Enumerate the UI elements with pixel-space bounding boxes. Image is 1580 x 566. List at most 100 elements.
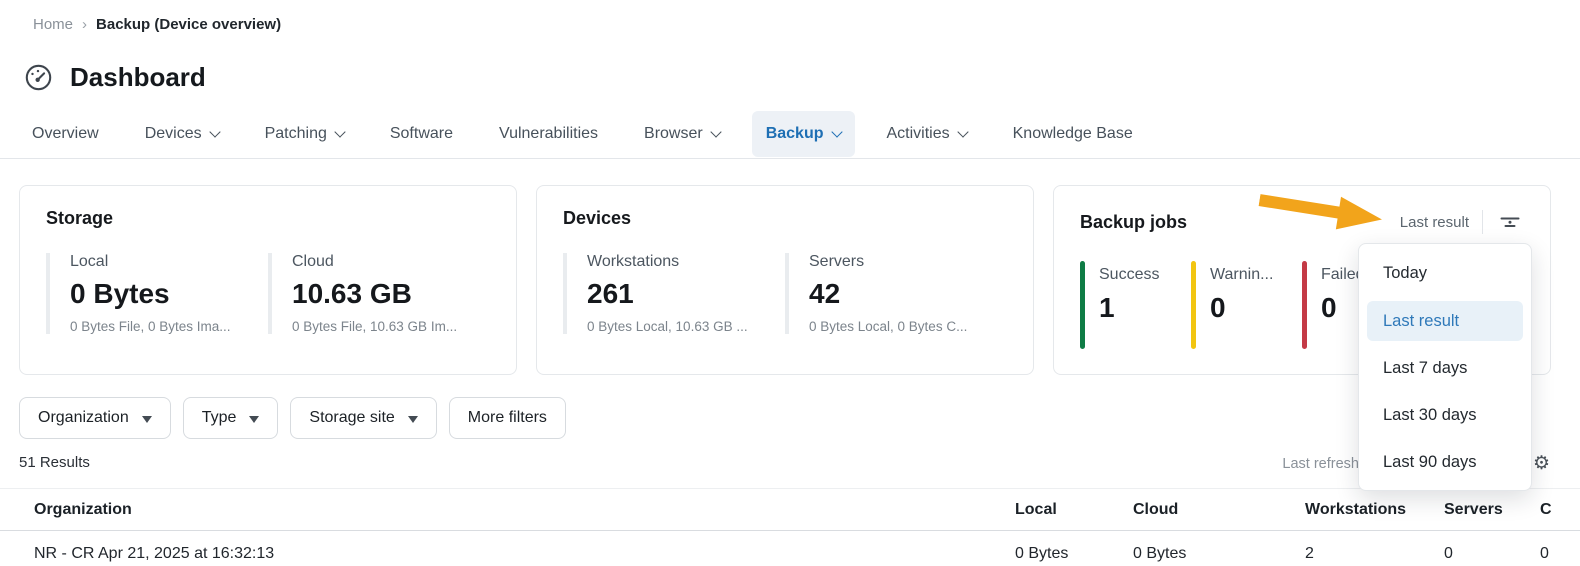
- column-header-workstations[interactable]: Workstations: [1305, 501, 1444, 519]
- tab-knowledge-base[interactable]: Knowledge Base: [999, 111, 1147, 157]
- last-refresh-label: Last refresh:: [1282, 456, 1363, 472]
- type-filter-button[interactable]: Type: [183, 397, 279, 439]
- summary-cards-row: Storage Local 0 Bytes 0 Bytes File, 0 By…: [0, 185, 1580, 375]
- column-header-c[interactable]: C: [1540, 501, 1580, 519]
- breadcrumb-current: Backup (Device overview): [96, 16, 281, 33]
- tab-label: Activities: [887, 125, 950, 143]
- menu-item-last-30-days[interactable]: Last 30 days: [1359, 392, 1531, 439]
- gear-icon: ⚙: [1533, 453, 1550, 474]
- stat-warning: Warnin... 0: [1191, 260, 1302, 350]
- page-header: Dashboard: [24, 60, 1580, 94]
- tab-label: Software: [390, 125, 453, 143]
- success-accent-bar: [1080, 261, 1085, 349]
- stat-label: Workstations: [587, 253, 759, 271]
- chevron-down-icon: [209, 126, 220, 137]
- devices-card: Devices Workstations 261 0 Bytes Local, …: [536, 185, 1034, 375]
- tab-overview[interactable]: Overview: [18, 111, 113, 157]
- menu-item-last-result[interactable]: Last result: [1367, 301, 1523, 341]
- vertical-divider: [1482, 210, 1483, 234]
- stat-subtext: 0 Bytes File, 10.63 GB Im...: [292, 319, 464, 334]
- tab-bar: Overview Devices Patching Software Vulne…: [0, 110, 1580, 159]
- table-row[interactable]: NR - CR Apr 21, 2025 at 16:32:13 0 Bytes…: [0, 531, 1580, 563]
- filter-button-label: More filters: [468, 409, 547, 427]
- backup-overview-page: Home › Backup (Device overview) Dashboar…: [0, 0, 1580, 566]
- warning-accent-bar: [1191, 261, 1196, 349]
- tab-label: Patching: [265, 125, 327, 143]
- chevron-down-icon: [957, 126, 968, 137]
- stat-cloud: Cloud 10.63 GB 0 Bytes File, 10.63 GB Im…: [268, 253, 464, 334]
- menu-item-today[interactable]: Today: [1359, 250, 1531, 297]
- filter-button-label: Organization: [38, 409, 129, 427]
- stat-success: Success 1: [1080, 260, 1191, 350]
- stat-subtext: 0 Bytes File, 0 Bytes Ima...: [70, 319, 242, 334]
- backup-jobs-controls: Last result: [1400, 208, 1524, 236]
- dropdown-arrow-icon: [142, 416, 152, 423]
- tab-label: Knowledge Base: [1013, 125, 1133, 143]
- backup-jobs-period-value[interactable]: Last result: [1400, 214, 1469, 231]
- tab-patching[interactable]: Patching: [251, 111, 358, 157]
- tab-label: Browser: [644, 125, 703, 143]
- results-count: 51 Results: [19, 454, 90, 471]
- tab-devices[interactable]: Devices: [131, 111, 233, 157]
- results-meta-row: 51 Results Last refresh: ⚙: [0, 454, 1580, 474]
- cell-local: 0 Bytes: [1015, 545, 1133, 563]
- chevron-down-icon: [710, 126, 721, 137]
- cell-servers: 0: [1444, 545, 1540, 563]
- cell-workstations: 2: [1305, 545, 1444, 563]
- tab-label: Backup: [766, 125, 824, 143]
- backup-jobs-header: Backup jobs Last result: [1080, 208, 1524, 236]
- stat-label: Local: [70, 253, 242, 271]
- tab-software[interactable]: Software: [376, 111, 467, 157]
- stat-label: Warnin...: [1210, 266, 1302, 284]
- tab-browser[interactable]: Browser: [630, 111, 734, 157]
- more-filters-button[interactable]: More filters: [449, 397, 566, 439]
- stat-value: 0 Bytes: [70, 278, 242, 310]
- results-table: Organization Local Cloud Workstations Se…: [0, 488, 1580, 563]
- filter-button-label: Storage site: [309, 409, 394, 427]
- storage-site-filter-button[interactable]: Storage site: [290, 397, 436, 439]
- breadcrumb-home-link[interactable]: Home: [33, 16, 73, 33]
- menu-item-last-90-days[interactable]: Last 90 days: [1359, 439, 1531, 486]
- stat-value: 0: [1210, 292, 1302, 324]
- stat-label: Servers: [809, 253, 981, 271]
- failed-accent-bar: [1302, 261, 1307, 349]
- tab-activities[interactable]: Activities: [873, 111, 981, 157]
- stat-subtext: 0 Bytes Local, 10.63 GB ...: [587, 319, 759, 334]
- dropdown-arrow-icon: [249, 416, 259, 423]
- cell-cloud: 0 Bytes: [1133, 545, 1305, 563]
- stat-subtext: 0 Bytes Local, 0 Bytes C...: [809, 319, 981, 334]
- stat-servers: Servers 42 0 Bytes Local, 0 Bytes C...: [785, 253, 981, 334]
- tab-label: Devices: [145, 125, 202, 143]
- storage-card-title: Storage: [46, 208, 490, 229]
- stat-value: 261: [587, 278, 759, 310]
- storage-card: Storage Local 0 Bytes 0 Bytes File, 0 By…: [19, 185, 517, 375]
- filter-button-label: Type: [202, 409, 237, 427]
- cell-organization: NR - CR Apr 21, 2025 at 16:32:13: [0, 545, 1015, 563]
- devices-stats: Workstations 261 0 Bytes Local, 10.63 GB…: [563, 253, 1007, 334]
- dropdown-arrow-icon: [408, 416, 418, 423]
- filter-lines-icon[interactable]: [1496, 208, 1524, 236]
- stat-local: Local 0 Bytes 0 Bytes File, 0 Bytes Ima.…: [46, 253, 242, 334]
- column-header-servers[interactable]: Servers: [1444, 501, 1540, 519]
- tab-vulnerabilities[interactable]: Vulnerabilities: [485, 111, 612, 157]
- tab-backup[interactable]: Backup: [752, 111, 855, 157]
- page-title: Dashboard: [70, 62, 206, 93]
- organization-filter-button[interactable]: Organization: [19, 397, 171, 439]
- breadcrumb-separator: ›: [82, 16, 87, 33]
- filters-row: Organization Type Storage site More filt…: [0, 397, 1580, 439]
- menu-item-last-7-days[interactable]: Last 7 days: [1359, 345, 1531, 392]
- stat-label: Success: [1099, 266, 1191, 284]
- dashboard-gauge-icon: [24, 63, 53, 92]
- backup-jobs-card-title: Backup jobs: [1080, 212, 1187, 233]
- cell-c: 0: [1540, 545, 1580, 563]
- devices-card-title: Devices: [563, 208, 1007, 229]
- stat-value: 1: [1099, 292, 1191, 324]
- column-header-organization[interactable]: Organization: [0, 501, 1015, 519]
- tab-label: Vulnerabilities: [499, 125, 598, 143]
- column-header-local[interactable]: Local: [1015, 501, 1133, 519]
- tab-label: Overview: [32, 125, 99, 143]
- table-header-row: Organization Local Cloud Workstations Se…: [0, 488, 1580, 531]
- stat-value: 10.63 GB: [292, 278, 464, 310]
- period-filter-dropdown-menu: Today Last result Last 7 days Last 30 da…: [1358, 243, 1532, 491]
- column-header-cloud[interactable]: Cloud: [1133, 501, 1305, 519]
